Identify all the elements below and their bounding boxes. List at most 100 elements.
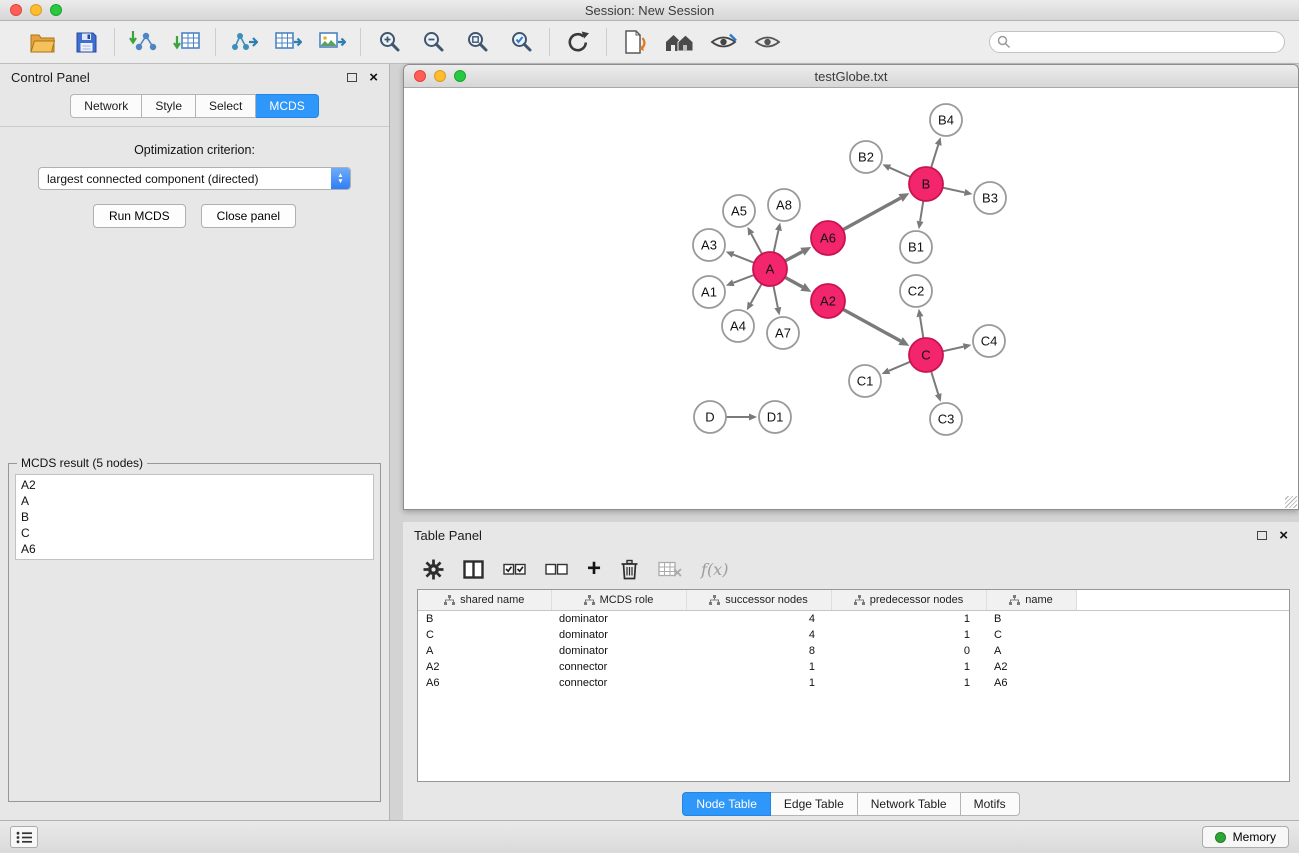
export-network-button[interactable] (228, 26, 260, 58)
cell-predecessor-nodes[interactable]: 1 (831, 675, 986, 691)
tab-network[interactable]: Network (70, 94, 142, 118)
delete-button[interactable] (620, 555, 639, 583)
zoom-window-button[interactable] (50, 4, 62, 16)
mcds-result-item[interactable]: B (21, 509, 368, 525)
mcds-result-item[interactable]: C (21, 525, 368, 541)
cell-predecessor-nodes[interactable]: 1 (831, 659, 986, 675)
zoom-fit-button[interactable] (461, 26, 493, 58)
table-row[interactable]: Bdominator41B (418, 610, 1289, 627)
cell-predecessor-nodes[interactable]: 1 (831, 627, 986, 643)
close-panel-icon[interactable]: × (369, 70, 378, 85)
cell-name[interactable]: A2 (986, 659, 1076, 675)
refresh-view-button[interactable] (562, 26, 594, 58)
delete-table-button[interactable] (658, 555, 682, 583)
cell-shared-name[interactable]: A (418, 643, 551, 659)
import-network-button[interactable] (127, 26, 159, 58)
tab-mcds[interactable]: MCDS (256, 94, 318, 118)
function-builder-button[interactable]: f(x) (701, 555, 728, 583)
cell-MCDS-role[interactable]: dominator (551, 643, 686, 659)
graph-edge-A2-C[interactable] (843, 309, 901, 341)
network-canvas[interactable]: B4B2BB3A5A8A6B1A3AA1C2A2A4A7C4CC1C3DD1 (404, 88, 1298, 509)
zoom-in-button[interactable] (373, 26, 405, 58)
cell-predecessor-nodes[interactable]: 1 (831, 610, 986, 627)
import-table-button[interactable] (171, 26, 203, 58)
table-row[interactable]: Cdominator41C (418, 627, 1289, 643)
tab-edge-table[interactable]: Edge Table (771, 792, 858, 816)
close-network-window-button[interactable] (414, 70, 426, 82)
graph-edge-B-B3[interactable] (943, 188, 965, 193)
column-header-successor-nodes[interactable]: successor nodes (686, 590, 831, 610)
graph-edge-A-A3[interactable] (733, 255, 754, 263)
minimize-window-button[interactable] (30, 4, 42, 16)
select-all-button[interactable] (503, 555, 526, 583)
close-panel-button[interactable]: Close panel (201, 204, 296, 228)
tab-select[interactable]: Select (196, 94, 256, 118)
open-session-button[interactable] (26, 26, 58, 58)
graph-edge-A-A7[interactable] (773, 286, 777, 308)
mcds-result-list[interactable]: A2ABCA6 (15, 474, 374, 560)
cell-predecessor-nodes[interactable]: 0 (831, 643, 986, 659)
column-header-name[interactable]: name (986, 590, 1076, 610)
memory-button[interactable]: Memory (1202, 826, 1289, 848)
home-button[interactable] (663, 26, 695, 58)
search-input[interactable] (989, 31, 1285, 53)
cell-shared-name[interactable]: A6 (418, 675, 551, 691)
view-snapshot-button[interactable] (619, 26, 651, 58)
close-table-panel-icon[interactable]: × (1279, 528, 1288, 543)
float-panel-icon[interactable] (347, 73, 357, 82)
cell-name[interactable]: B (986, 610, 1076, 627)
optimization-dropdown[interactable]: largest connected component (directed) ▲… (38, 167, 351, 190)
show-panels-button[interactable] (10, 826, 38, 848)
graph-edge-A-A4[interactable] (751, 284, 762, 304)
table-row[interactable]: Adominator80A (418, 643, 1289, 659)
zoom-network-window-button[interactable] (454, 70, 466, 82)
tab-motifs[interactable]: Motifs (961, 792, 1020, 816)
network-graph[interactable]: B4B2BB3A5A8A6B1A3AA1C2A2A4A7C4CC1C3DD1 (404, 88, 1298, 509)
cell-shared-name[interactable]: A2 (418, 659, 551, 675)
graph-edge-B-B4[interactable] (931, 145, 938, 168)
graph-edge-A-A1[interactable] (733, 275, 754, 283)
table-row[interactable]: A6connector11A6 (418, 675, 1289, 691)
graph-edge-C-C3[interactable] (931, 371, 938, 394)
graph-edge-B-B2[interactable] (890, 168, 911, 177)
cell-MCDS-role[interactable]: dominator (551, 627, 686, 643)
cell-shared-name[interactable]: B (418, 610, 551, 627)
export-table-button[interactable] (272, 26, 304, 58)
cell-MCDS-role[interactable]: connector (551, 659, 686, 675)
cell-MCDS-role[interactable]: connector (551, 675, 686, 691)
cell-successor-nodes[interactable]: 4 (686, 610, 831, 627)
graph-edge-C-C2[interactable] (920, 317, 923, 339)
column-header-shared-name[interactable]: shared name (418, 590, 551, 610)
cell-shared-name[interactable]: C (418, 627, 551, 643)
add-button[interactable]: + (587, 555, 601, 583)
mcds-result-item[interactable]: A2 (21, 477, 368, 493)
column-header-MCDS-role[interactable]: MCDS role (551, 590, 686, 610)
cell-successor-nodes[interactable]: 8 (686, 643, 831, 659)
graph-edge-A-A5[interactable] (751, 234, 762, 254)
zoom-selected-button[interactable] (505, 26, 537, 58)
graph-edge-A-A6[interactable] (785, 252, 802, 261)
export-image-button[interactable] (316, 26, 348, 58)
table-settings-button[interactable] (423, 555, 444, 583)
tab-style[interactable]: Style (142, 94, 196, 118)
tab-network-table[interactable]: Network Table (858, 792, 961, 816)
zoom-out-button[interactable] (417, 26, 449, 58)
deselect-all-button[interactable] (545, 555, 568, 583)
graph-edge-B-B1[interactable] (920, 201, 923, 222)
graph-edge-C-C4[interactable] (943, 347, 964, 352)
float-table-panel-icon[interactable] (1257, 531, 1267, 540)
hide-details-button[interactable] (707, 26, 739, 58)
table-row[interactable]: A2connector11A2 (418, 659, 1289, 675)
save-session-button[interactable] (70, 26, 102, 58)
cell-successor-nodes[interactable]: 1 (686, 675, 831, 691)
graph-edge-A6-B[interactable] (843, 198, 901, 230)
graph-edge-C-C1[interactable] (889, 362, 910, 371)
cell-name[interactable]: A6 (986, 675, 1076, 691)
close-window-button[interactable] (10, 4, 22, 16)
minimize-network-window-button[interactable] (434, 70, 446, 82)
graph-edge-A-A2[interactable] (785, 277, 803, 287)
cell-name[interactable]: A (986, 643, 1076, 659)
cell-name[interactable]: C (986, 627, 1076, 643)
mcds-result-item[interactable]: A (21, 493, 368, 509)
cell-successor-nodes[interactable]: 4 (686, 627, 831, 643)
